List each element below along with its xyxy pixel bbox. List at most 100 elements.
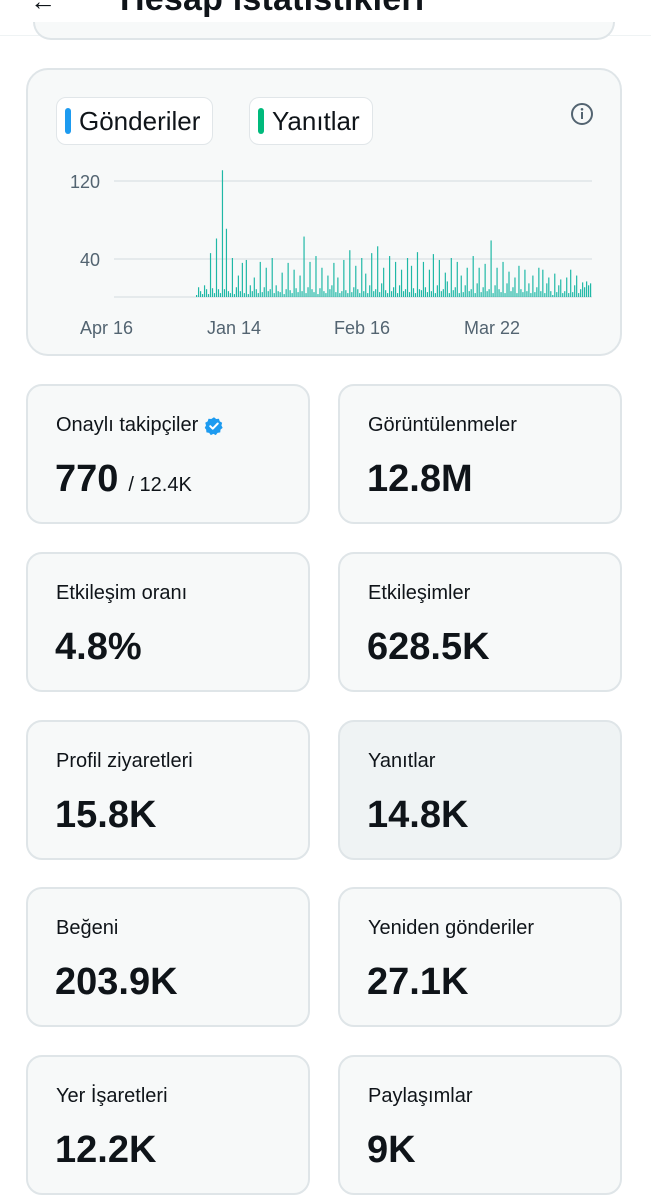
- chart-bar: [313, 292, 315, 298]
- stat-card[interactable]: Profil ziyaretleri 15.8K: [26, 720, 310, 860]
- chart-bar: [271, 258, 273, 297]
- stat-value: 4.8%: [55, 626, 142, 669]
- chart-bar: [239, 291, 241, 297]
- chart-bar: [430, 291, 432, 297]
- chart-bar: [440, 291, 442, 297]
- stat-value-text: 12.2K: [55, 1129, 157, 1171]
- chart-bar: [303, 236, 305, 297]
- chart-bar: [452, 290, 454, 298]
- chart-bar: [444, 272, 446, 298]
- chart-bar: [213, 293, 216, 297]
- stat-label-text: Onaylı takipçiler: [56, 414, 199, 436]
- stat-card[interactable]: Etkileşim oranı 4.8%: [26, 552, 310, 692]
- chart-bar: [456, 261, 458, 297]
- chart-bar: [319, 288, 321, 297]
- chart-bar: [522, 292, 524, 298]
- chart-bar: [305, 293, 307, 297]
- chart-bar: [400, 269, 403, 297]
- stat-label: Paylaşımlar: [368, 1085, 472, 1108]
- chart-bar: [287, 262, 289, 298]
- chart-bar: [337, 277, 339, 297]
- chart-bar: [283, 294, 285, 297]
- stat-card[interactable]: Görüntülenmeler 12.8M: [338, 384, 622, 524]
- activity-bar-chart: 120 40 Apr 16 Jan 14 Feb 16 Mar 22: [70, 170, 592, 338]
- chart-bar: [257, 293, 259, 297]
- chart-bar: [504, 293, 506, 297]
- chart-bar: [566, 277, 568, 297]
- chart-bar: [542, 269, 544, 297]
- chart-bar: [506, 283, 508, 297]
- stat-card[interactable]: Yer İşaretleri 12.2K: [26, 1055, 310, 1195]
- chart-bar: [492, 293, 494, 297]
- chart-bar: [516, 293, 518, 297]
- chart-bar: [538, 267, 540, 297]
- activity-chart-card: Gönderiler Yanıtlar 120 40 Apr 16 Jan 14 Feb…: [26, 68, 622, 356]
- stat-label-text: Profil ziyaretleri: [56, 750, 193, 772]
- stat-label: Görüntülenmeler: [368, 414, 517, 437]
- stat-card[interactable]: Onaylı takipçiler 770 / 12.4K: [26, 384, 310, 524]
- chart-bar: [247, 294, 249, 297]
- chart-bar: [353, 287, 355, 297]
- stat-value: 14.8K: [367, 794, 468, 837]
- stat-card[interactable]: Yanıtlar 14.8K: [338, 720, 622, 860]
- x-tick-label: Jan 14: [207, 318, 261, 338]
- stat-card[interactable]: Beğeni 203.9K: [26, 887, 310, 1027]
- chart-bar: [196, 295, 198, 297]
- chart-bar: [279, 292, 281, 298]
- chart-bar: [524, 269, 526, 297]
- chart-bar: [484, 263, 486, 297]
- verified-badge-icon: [205, 416, 223, 435]
- stat-value-text: 4.8%: [55, 626, 142, 668]
- chart-bar: [225, 228, 228, 297]
- chart-bar: [518, 265, 520, 297]
- chart-bar: [462, 292, 464, 298]
- chart-bar: [351, 292, 353, 298]
- chart-bar: [285, 289, 287, 297]
- chart-bar: [416, 252, 419, 297]
- chart-bar: [379, 292, 381, 298]
- chart-bar: [325, 293, 327, 297]
- stat-label-text: Görüntülenmeler: [368, 414, 517, 436]
- chart-bar: [490, 240, 492, 297]
- chart-bar: [371, 253, 373, 298]
- chart-bar: [197, 287, 200, 297]
- chart-bar: [536, 287, 538, 297]
- stat-value-text: 12.8M: [367, 458, 473, 500]
- stat-card[interactable]: Yeniden gönderiler 27.1K: [338, 887, 622, 1027]
- chart-bar: [291, 293, 293, 297]
- chart-bar: [211, 288, 214, 297]
- chart-bar: [255, 289, 257, 297]
- chart-bar: [307, 287, 309, 297]
- chart-bar: [217, 289, 220, 297]
- stat-value: 27.1K: [367, 961, 468, 1004]
- stat-card[interactable]: Paylaşımlar 9K: [338, 1055, 622, 1195]
- chart-bar: [267, 291, 269, 297]
- chart-bar: [315, 256, 317, 297]
- chart-bar: [532, 275, 534, 297]
- chart-bar: [426, 292, 429, 298]
- chart-bar: [498, 289, 500, 297]
- chart-bar: [496, 267, 498, 297]
- x-tick-label: Mar 22: [464, 318, 520, 338]
- chart-bar: [582, 282, 584, 298]
- chart-bar: [472, 256, 474, 297]
- chart-bar: [201, 294, 204, 297]
- chart-bar: [199, 291, 202, 297]
- chart-bar: [534, 292, 536, 298]
- stat-card[interactable]: Etkileşimler 628.5K: [338, 552, 622, 692]
- chart-bar: [359, 293, 361, 297]
- chart-bar: [343, 259, 345, 297]
- chart-bar: [470, 289, 472, 297]
- chart-bar: [576, 275, 578, 297]
- chart-bar: [466, 267, 468, 297]
- arrow-left-icon[interactable]: ←: [30, 0, 56, 17]
- chart-bar: [385, 290, 387, 298]
- chart-bar: [500, 292, 502, 298]
- chart-bar: [349, 250, 351, 297]
- chart-bar: [434, 293, 436, 297]
- chart-bar: [301, 291, 303, 297]
- chart-bar: [554, 273, 556, 297]
- chart-bar: [564, 291, 566, 297]
- chart-bar: [460, 275, 462, 297]
- chart-bar: [233, 294, 235, 297]
